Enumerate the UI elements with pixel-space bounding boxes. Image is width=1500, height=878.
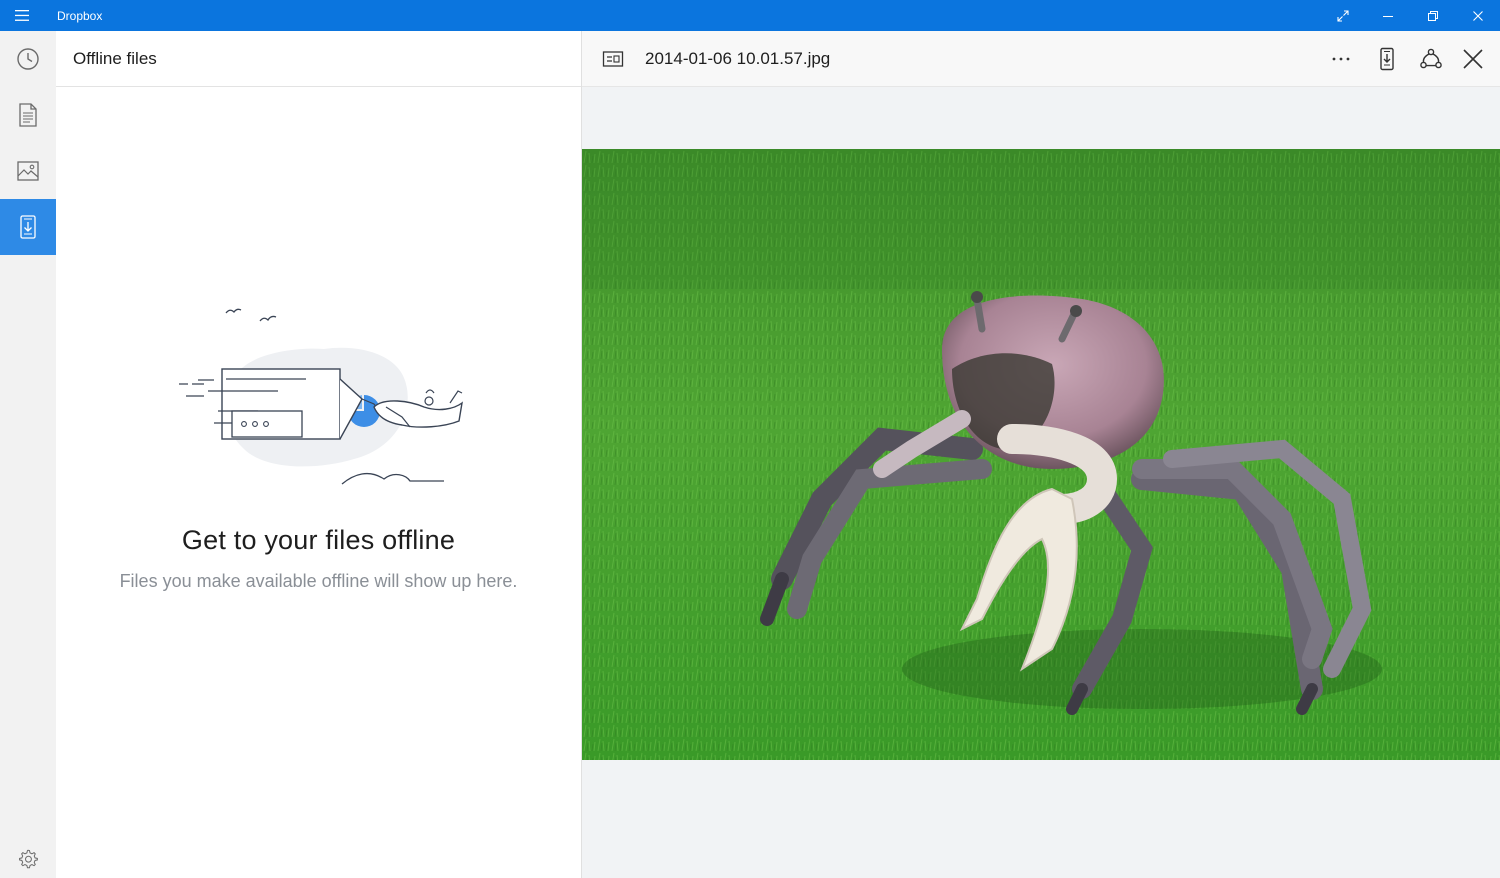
expand-icon	[1336, 9, 1349, 22]
restore-icon	[1427, 10, 1438, 21]
more-options-button[interactable]	[1321, 39, 1361, 79]
minimize-button[interactable]	[1365, 0, 1410, 31]
share-button[interactable]	[1411, 39, 1451, 79]
preview-toggle-icon[interactable]	[602, 50, 624, 68]
close-icon	[1463, 49, 1483, 69]
nav-files[interactable]	[0, 87, 56, 143]
nav-offline-files[interactable]	[0, 199, 56, 255]
nav-recents[interactable]	[0, 31, 56, 87]
make-offline-icon	[1380, 47, 1394, 71]
restore-button[interactable]	[1410, 0, 1455, 31]
photo-icon	[17, 161, 39, 181]
clock-icon	[17, 48, 39, 70]
close-preview-button[interactable]	[1453, 39, 1493, 79]
page-title: Offline files	[73, 49, 157, 68]
file-name: 2014-01-06 10.01.57.jpg	[645, 49, 831, 68]
close-window-button[interactable]	[1455, 0, 1500, 31]
document-icon	[19, 103, 37, 127]
share-icon	[1420, 48, 1442, 69]
airplane-banner-illustration	[179, 308, 463, 485]
empty-state-subtitle: Files you make available offline will sh…	[119, 571, 518, 591]
empty-state-title: Get to your files offline	[181, 525, 456, 555]
make-offline-button[interactable]	[1367, 39, 1407, 79]
fullscreen-button[interactable]	[1320, 0, 1365, 31]
list-header: Offline files	[56, 31, 581, 87]
nav-photos[interactable]	[0, 143, 56, 199]
settings-button[interactable]	[0, 841, 56, 877]
navigation-rail	[0, 31, 56, 878]
image-preview	[582, 149, 1500, 760]
preview-header: 2014-01-06 10.01.57.jpg	[582, 31, 1500, 87]
more-icon	[1332, 57, 1350, 61]
minimize-icon	[1382, 15, 1393, 17]
title-bar: Dropbox	[0, 0, 1500, 31]
offline-files-pane: Offline files Get to your files offline …	[56, 31, 582, 878]
hamburger-menu-icon[interactable]	[14, 9, 30, 22]
app-title: Dropbox	[57, 9, 103, 23]
offline-device-icon	[20, 215, 36, 239]
close-icon	[1472, 10, 1483, 21]
file-preview-pane: 2014-01-06 10.01.57.jpg	[582, 31, 1500, 878]
gear-icon	[19, 849, 38, 869]
crab-on-grass-photo	[582, 149, 1500, 760]
